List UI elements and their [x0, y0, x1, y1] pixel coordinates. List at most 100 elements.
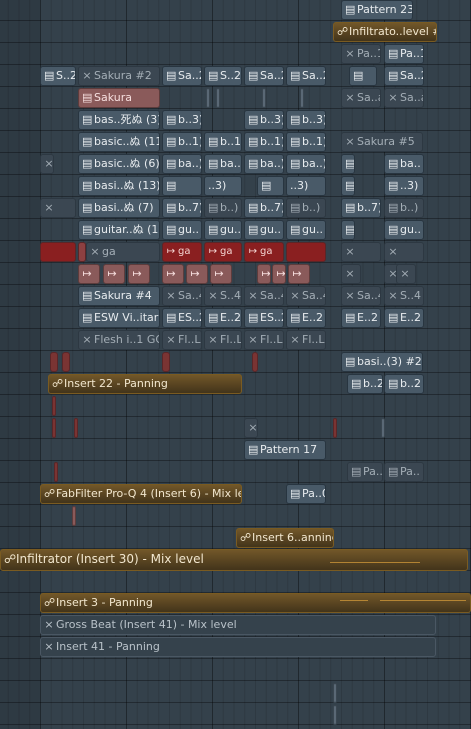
muted-pattern-clip[interactable]: ×Sa..a	[341, 88, 381, 108]
pattern-clip[interactable]: ▤ b..7)	[341, 198, 381, 218]
muted-audio-clip[interactable]: ×	[341, 264, 361, 284]
clip-sliver[interactable]	[262, 88, 266, 108]
pattern-clip[interactable]: ▤ b..7)	[162, 198, 202, 218]
muted-audio-clip[interactable]: ×	[396, 264, 416, 284]
audio-clip[interactable]: ↦	[162, 264, 184, 284]
pattern-clip[interactable]: ▤ guitar..ぬ (1)	[78, 220, 160, 240]
audio-clip[interactable]: ↦	[103, 264, 125, 284]
audio-clip[interactable]	[62, 352, 70, 372]
muted-pattern-clip[interactable]: × Sakura #5	[341, 132, 423, 152]
pattern-clip[interactable]: ..3)	[286, 176, 326, 196]
muted-pattern-clip[interactable]: ×Sa..4	[341, 286, 381, 306]
pattern-clip[interactable]: ▤ basi..ぬ (13)	[78, 176, 160, 196]
pattern-clip[interactable]: ▤ gu..	[162, 220, 202, 240]
pattern-clip[interactable]: ▤ba..)	[204, 154, 242, 174]
audio-clip[interactable]	[78, 242, 86, 262]
clip-sliver[interactable]	[206, 88, 210, 108]
audio-clip[interactable]: ↦	[128, 264, 150, 284]
pattern-clip[interactable]: ▤ E..2	[341, 308, 381, 328]
audio-clip[interactable]: ↦ ga	[162, 242, 202, 262]
automation-clip[interactable]: ☍Insert 22 - Panning	[48, 374, 242, 394]
pattern-clip[interactable]: ▤ gu..	[286, 220, 326, 240]
audio-clip[interactable]	[333, 418, 337, 438]
muted-pattern-clip[interactable]: ▤ b..)	[204, 198, 242, 218]
pattern-clip[interactable]: ▤ b..3)	[244, 110, 284, 130]
clip-sliver[interactable]	[333, 683, 337, 703]
pattern-clip[interactable]: ▤b..1)	[162, 132, 202, 152]
audio-clip[interactable]: ↦	[272, 264, 286, 284]
pattern-clip[interactable]: ▤ E..2	[204, 308, 242, 328]
pattern-clip[interactable]: ▤Pa..1	[384, 44, 424, 64]
pattern-clip[interactable]: ▤	[341, 176, 355, 196]
muted-pattern-clip[interactable]: ×Sa..4	[244, 286, 284, 306]
playlist-grid[interactable]: ▤Pattern 23 ☍Infiltrato..level #2 ×Pa..1…	[0, 0, 471, 729]
pattern-clip[interactable]: ▤	[162, 176, 202, 196]
muted-pattern-clip[interactable]: × S..4	[384, 286, 424, 306]
pattern-clip[interactable]: ▤ gu..	[244, 220, 284, 240]
muted-pattern-clip[interactable]: × Fl..L	[162, 330, 202, 350]
clip-sliver[interactable]	[216, 88, 220, 108]
muted-pattern-clip[interactable]: × Fl..L	[204, 330, 242, 350]
audio-clip[interactable]: ↦ ga	[244, 242, 284, 262]
automation-clip[interactable]: × Gross Beat (Insert 41) - Mix level	[40, 615, 436, 635]
pattern-clip[interactable]: ▤ basi..(3) #2	[341, 352, 423, 372]
pattern-clip[interactable]: ▤ basi..ぬ (7)	[78, 198, 160, 218]
pattern-clip[interactable]: ▤ Sakura #4	[78, 286, 160, 306]
pattern-clip[interactable]: ▤	[341, 220, 355, 240]
pattern-clip[interactable]: ▤b..1)	[204, 132, 242, 152]
pattern-clip[interactable]: ▤ Pattern 17	[244, 440, 326, 460]
muted-pattern-clip[interactable]: ×Sa..a	[384, 88, 424, 108]
audio-clip[interactable]	[252, 352, 258, 372]
audio-clip[interactable]	[52, 396, 56, 416]
pattern-clip[interactable]: ▤ b..3)	[286, 110, 326, 130]
audio-clip[interactable]	[74, 418, 78, 438]
audio-clip[interactable]	[50, 352, 58, 372]
audio-clip[interactable]	[54, 462, 58, 482]
pattern-clip[interactable]: ▤ basic..ぬ (11)	[78, 132, 160, 152]
muted-pattern-clip[interactable]: ×Sa..4	[162, 286, 202, 306]
muted-pattern-clip[interactable]: ×Sa..4	[286, 286, 326, 306]
muted-pattern-clip[interactable]: × Fl..L	[286, 330, 326, 350]
pattern-clip[interactable]: ▤Sa..2	[384, 66, 424, 86]
muted-audio-clip[interactable]: ×	[384, 242, 424, 262]
pattern-clip[interactable]: ▤ bas..死ぬ (3)	[78, 110, 160, 130]
muted-audio-clip[interactable]: × ga	[86, 242, 160, 262]
muted-pattern-clip[interactable]: ×Flesh i..1 GOL	[78, 330, 160, 350]
pattern-clip[interactable]: ▤ S..2	[40, 66, 76, 86]
audio-clip[interactable]: ↦	[186, 264, 208, 284]
audio-clip[interactable]	[40, 242, 76, 262]
automation-clip[interactable]: ☍FabFilter Pro-Q 4 (Insert 6) - Mix leve…	[40, 484, 242, 504]
muted-pattern-clip[interactable]: × S..4	[204, 286, 242, 306]
audio-clip[interactable]: ↦	[210, 264, 232, 284]
pattern-clip[interactable]: ▤b..1)	[286, 132, 326, 152]
muted-pattern-clip[interactable]: ×	[40, 154, 54, 174]
pattern-clip[interactable]: ▤ Sakura	[78, 88, 160, 108]
muted-pattern-clip[interactable]: ▤ Pa..	[384, 462, 424, 482]
automation-clip[interactable]: ☍Insert 3 - Panning	[40, 593, 471, 613]
pattern-clip[interactable]: ▤ ..3)	[384, 176, 424, 196]
audio-clip[interactable]	[52, 418, 56, 438]
pattern-clip[interactable]: ▤ES..2	[244, 308, 284, 328]
muted-pattern-clip[interactable]: × Fl..L	[244, 330, 284, 350]
pattern-clip[interactable]: ▤ b..2	[347, 374, 383, 394]
pattern-clip[interactable]: ▤Pa..0	[286, 484, 326, 504]
automation-clip[interactable]: ☍Insert 6..anning	[236, 528, 334, 548]
pattern-clip[interactable]: ▤ gu..	[204, 220, 242, 240]
clip-sliver[interactable]	[381, 418, 385, 438]
pattern-clip[interactable]: ▤Sa..2	[162, 66, 202, 86]
automation-clip[interactable]: ☍Infiltrator (Insert 30) - Mix level	[0, 549, 468, 571]
pattern-clip[interactable]: ▤	[257, 176, 284, 196]
automation-clip[interactable]: × Insert 41 - Panning	[40, 637, 436, 657]
muted-audio-clip[interactable]: ×	[341, 242, 381, 262]
pattern-clip[interactable]: ▤ ba..	[384, 154, 424, 174]
audio-clip[interactable]	[162, 352, 170, 372]
pattern-clip[interactable]: ▤b..1)	[244, 132, 284, 152]
pattern-clip[interactable]: ▤ basic..ぬ (6)	[78, 154, 160, 174]
clip-sliver[interactable]	[300, 88, 304, 108]
pattern-clip[interactable]: ▤Sa..2	[286, 66, 326, 86]
pattern-clip[interactable]: ▤ E..2	[384, 308, 424, 328]
audio-clip[interactable]	[72, 506, 76, 526]
muted-pattern-clip[interactable]: ×	[244, 418, 258, 438]
audio-clip[interactable]: ↦	[257, 264, 271, 284]
muted-pattern-clip[interactable]: ×Pa..1	[341, 44, 381, 64]
